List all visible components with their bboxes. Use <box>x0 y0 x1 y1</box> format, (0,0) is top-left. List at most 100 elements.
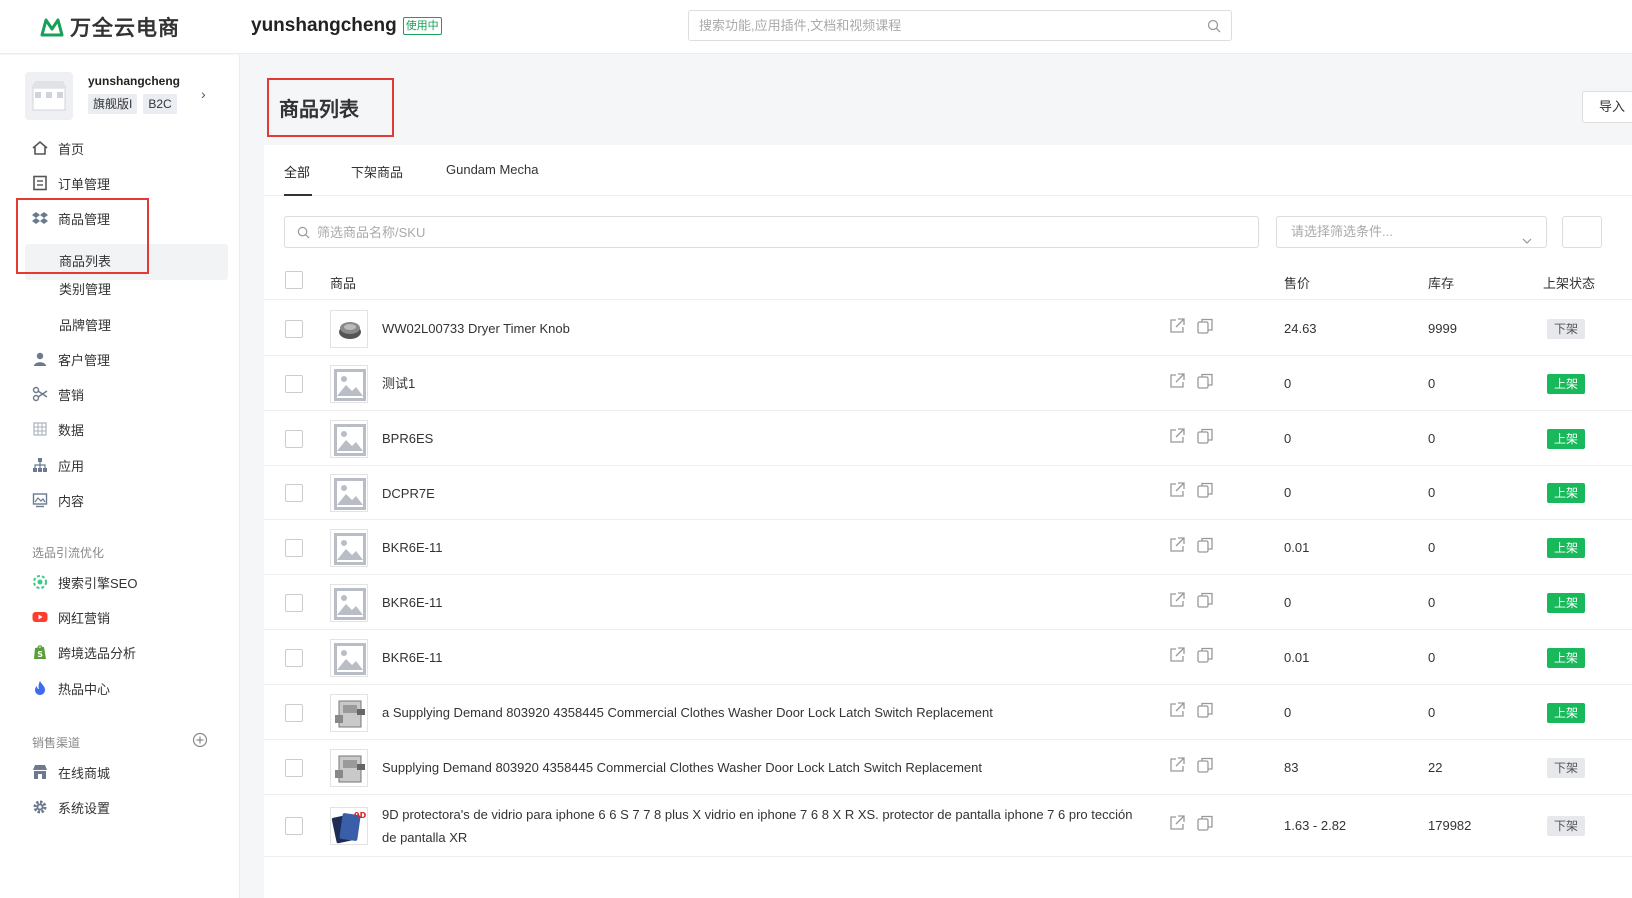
status-badge[interactable]: 上架 <box>1547 647 1586 668</box>
search-icon[interactable] <box>1207 19 1221 33</box>
product-thumbnail[interactable] <box>330 309 368 348</box>
status-badge[interactable]: 上架 <box>1547 483 1586 503</box>
row-checkbox[interactable] <box>285 758 303 777</box>
status-badge[interactable]: 上架 <box>1547 373 1586 394</box>
external-link-icon[interactable] <box>1168 427 1186 445</box>
column-header-stock[interactable]: 库存 <box>1428 273 1454 292</box>
copy-icon[interactable] <box>1196 317 1214 335</box>
external-link-icon[interactable] <box>1168 372 1186 390</box>
global-search-input[interactable] <box>689 11 1189 40</box>
row-checkbox[interactable] <box>285 703 303 722</box>
copy-icon[interactable] <box>1196 372 1214 390</box>
external-link-icon[interactable] <box>1168 646 1186 664</box>
product-name[interactable]: WW02L00733 Dryer Timer Knob <box>382 317 1142 340</box>
row-checkbox[interactable] <box>285 593 303 612</box>
store-card[interactable]: yunshangcheng 旗舰版I B2C › <box>25 72 225 122</box>
status-badge[interactable]: 下架 <box>1547 757 1586 778</box>
status-badge[interactable]: 下架 <box>1547 816 1586 836</box>
status-badge[interactable]: 上架 <box>1547 592 1586 613</box>
tab-gundam-mecha[interactable]: Gundam Mecha <box>446 162 539 177</box>
table-row[interactable]: Supplying Demand 803920 4358445 Commerci… <box>264 740 1632 795</box>
product-name[interactable]: BPR6ES <box>382 427 1142 450</box>
add-channel-icon[interactable] <box>192 732 208 748</box>
table-row[interactable]: BPR6ES 0 0 上架 <box>264 411 1632 466</box>
product-thumbnail[interactable] <box>330 693 368 732</box>
product-filter[interactable] <box>284 216 1259 248</box>
import-button[interactable]: 导入 <box>1582 91 1632 123</box>
row-checkbox[interactable] <box>285 817 303 835</box>
copy-icon[interactable] <box>1196 536 1214 554</box>
sidebar-item-marketing[interactable]: 营销 <box>32 384 84 404</box>
copy-icon[interactable] <box>1196 591 1214 609</box>
product-name[interactable]: a Supplying Demand 803920 4358445 Commer… <box>382 701 1142 724</box>
copy-icon[interactable] <box>1196 646 1214 664</box>
product-filter-input[interactable] <box>285 217 1185 247</box>
copy-icon[interactable] <box>1196 427 1214 445</box>
sidebar-item-content[interactable]: 内容 <box>32 490 84 510</box>
row-checkbox[interactable] <box>285 538 303 557</box>
shop-switcher[interactable]: yunshangcheng 使用中 <box>251 15 442 37</box>
copy-icon[interactable] <box>1196 481 1214 499</box>
logo[interactable]: 万全云电商 <box>40 12 180 42</box>
product-name[interactable]: BKR6E-11 <box>382 591 1142 614</box>
external-link-icon[interactable] <box>1168 756 1186 774</box>
external-link-icon[interactable] <box>1168 591 1186 609</box>
table-row[interactable]: BKR6E-11 0.01 0 上架 <box>264 630 1632 685</box>
product-name[interactable]: BKR6E-11 <box>382 646 1142 669</box>
copy-icon[interactable] <box>1196 701 1214 719</box>
row-checkbox[interactable] <box>285 484 303 502</box>
table-row[interactable]: BKR6E-11 0.01 0 上架 <box>264 520 1632 575</box>
sidebar-item-data[interactable]: 数据 <box>32 419 84 439</box>
chevron-right-icon[interactable]: › <box>201 86 206 102</box>
status-badge[interactable]: 上架 <box>1547 428 1586 449</box>
sidebar-item-customers[interactable]: 客户管理 <box>32 349 110 369</box>
status-badge[interactable]: 上架 <box>1547 702 1586 723</box>
tab-unlisted[interactable]: 下架商品 <box>351 162 403 181</box>
external-link-icon[interactable] <box>1168 536 1186 554</box>
sidebar-subitem-categories[interactable]: 类别管理 <box>59 279 111 298</box>
product-thumbnail[interactable] <box>330 474 368 512</box>
sort-button[interactable] <box>1562 216 1602 248</box>
product-name[interactable]: 测试1 <box>382 372 1142 395</box>
product-thumbnail[interactable] <box>330 419 368 458</box>
product-thumbnail[interactable] <box>330 583 368 622</box>
select-all-checkbox[interactable] <box>285 271 303 289</box>
sidebar-item-cross-border[interactable]: S 跨境选品分析 <box>32 642 136 662</box>
column-header-price[interactable]: 售价 <box>1284 273 1310 292</box>
external-link-icon[interactable] <box>1168 814 1186 832</box>
external-link-icon[interactable] <box>1168 701 1186 719</box>
product-thumbnail[interactable] <box>330 528 368 567</box>
tab-all[interactable]: 全部 <box>284 162 310 181</box>
sidebar-item-seo[interactable]: 搜索引擎SEO <box>32 572 137 592</box>
status-badge[interactable]: 上架 <box>1547 537 1586 558</box>
product-name[interactable]: Supplying Demand 803920 4358445 Commerci… <box>382 756 1142 779</box>
global-search[interactable] <box>688 10 1232 41</box>
sidebar-item-settings[interactable]: 系统设置 <box>32 797 110 817</box>
row-checkbox[interactable] <box>285 319 303 338</box>
product-name[interactable]: BKR6E-11 <box>382 536 1142 559</box>
filter-condition-select[interactable]: 请选择筛选条件... <box>1276 216 1547 248</box>
sidebar-item-hot-products[interactable]: 热品中心 <box>32 678 110 698</box>
sidebar-item-apps[interactable]: 应用 <box>32 455 84 475</box>
table-row[interactable]: BKR6E-11 0 0 上架 <box>264 575 1632 630</box>
table-row[interactable]: 测试1 0 0 上架 <box>264 356 1632 411</box>
product-thumbnail[interactable] <box>330 638 368 677</box>
sidebar-item-influencer[interactable]: 网红营销 <box>32 607 110 627</box>
table-row[interactable]: a Supplying Demand 803920 4358445 Commer… <box>264 685 1632 740</box>
sidebar-item-online-store[interactable]: 在线商城 <box>32 762 110 782</box>
external-link-icon[interactable] <box>1168 481 1186 499</box>
status-badge[interactable]: 下架 <box>1547 318 1586 339</box>
product-name[interactable]: 9D protectora's de vidrio para iphone 6 … <box>382 803 1142 849</box>
product-thumbnail[interactable] <box>330 364 368 403</box>
copy-icon[interactable] <box>1196 814 1214 832</box>
copy-icon[interactable] <box>1196 756 1214 774</box>
external-link-icon[interactable] <box>1168 317 1186 335</box>
row-checkbox[interactable] <box>285 429 303 448</box>
product-name[interactable]: DCPR7E <box>382 482 1142 505</box>
table-row[interactable]: WW02L00733 Dryer Timer Knob 24.63 9999 下架 <box>264 301 1632 356</box>
row-checkbox[interactable] <box>285 374 303 393</box>
product-thumbnail[interactable] <box>330 748 368 787</box>
row-checkbox[interactable] <box>285 648 303 667</box>
sidebar-subitem-brands[interactable]: 品牌管理 <box>59 315 111 334</box>
table-row[interactable]: 9D 9D protectora's de vidrio para iphone … <box>264 795 1632 857</box>
